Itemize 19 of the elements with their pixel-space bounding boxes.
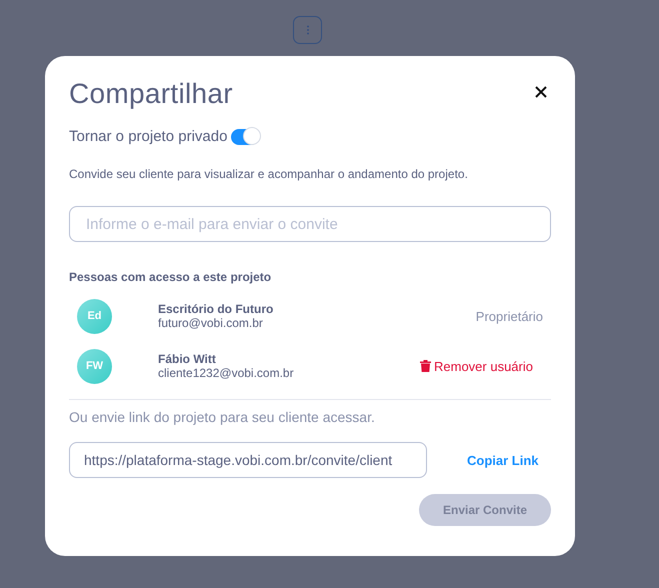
dialog-title: Compartilhar <box>69 78 233 110</box>
person-name: Escritório do Futuro <box>158 302 274 316</box>
invite-description: Convide seu cliente para visualizar e acompanhar o andamento do projeto. <box>69 167 469 181</box>
person-email: cliente1232@vobi.com.br <box>158 366 295 380</box>
private-switch[interactable] <box>231 128 260 144</box>
link-hint: Ou envie link do projeto para seu cliente acessar. <box>69 409 376 425</box>
role-label: Proprietário <box>476 308 543 324</box>
close-icon <box>535 86 547 98</box>
avatar: Ed <box>77 298 112 334</box>
trash-icon <box>420 360 431 372</box>
email-field[interactable]: Informe o e-mail para enviar o convite <box>69 206 551 242</box>
avatar: FW <box>77 348 112 384</box>
person-email: futuro@vobi.com.br <box>158 316 264 330</box>
link-field[interactable]: https://plataforma-stage.vobi.com.br/convite/client <box>69 442 427 478</box>
people-heading: Pessoas com acesso a este projeto <box>69 270 272 284</box>
toggle-label: Tornar o projeto privado <box>69 128 228 145</box>
copy-link[interactable]: Copiar Link <box>467 452 539 468</box>
remove-user-button[interactable]: Remover usuário <box>420 358 533 374</box>
person-name: Fábio Witt <box>158 352 217 366</box>
